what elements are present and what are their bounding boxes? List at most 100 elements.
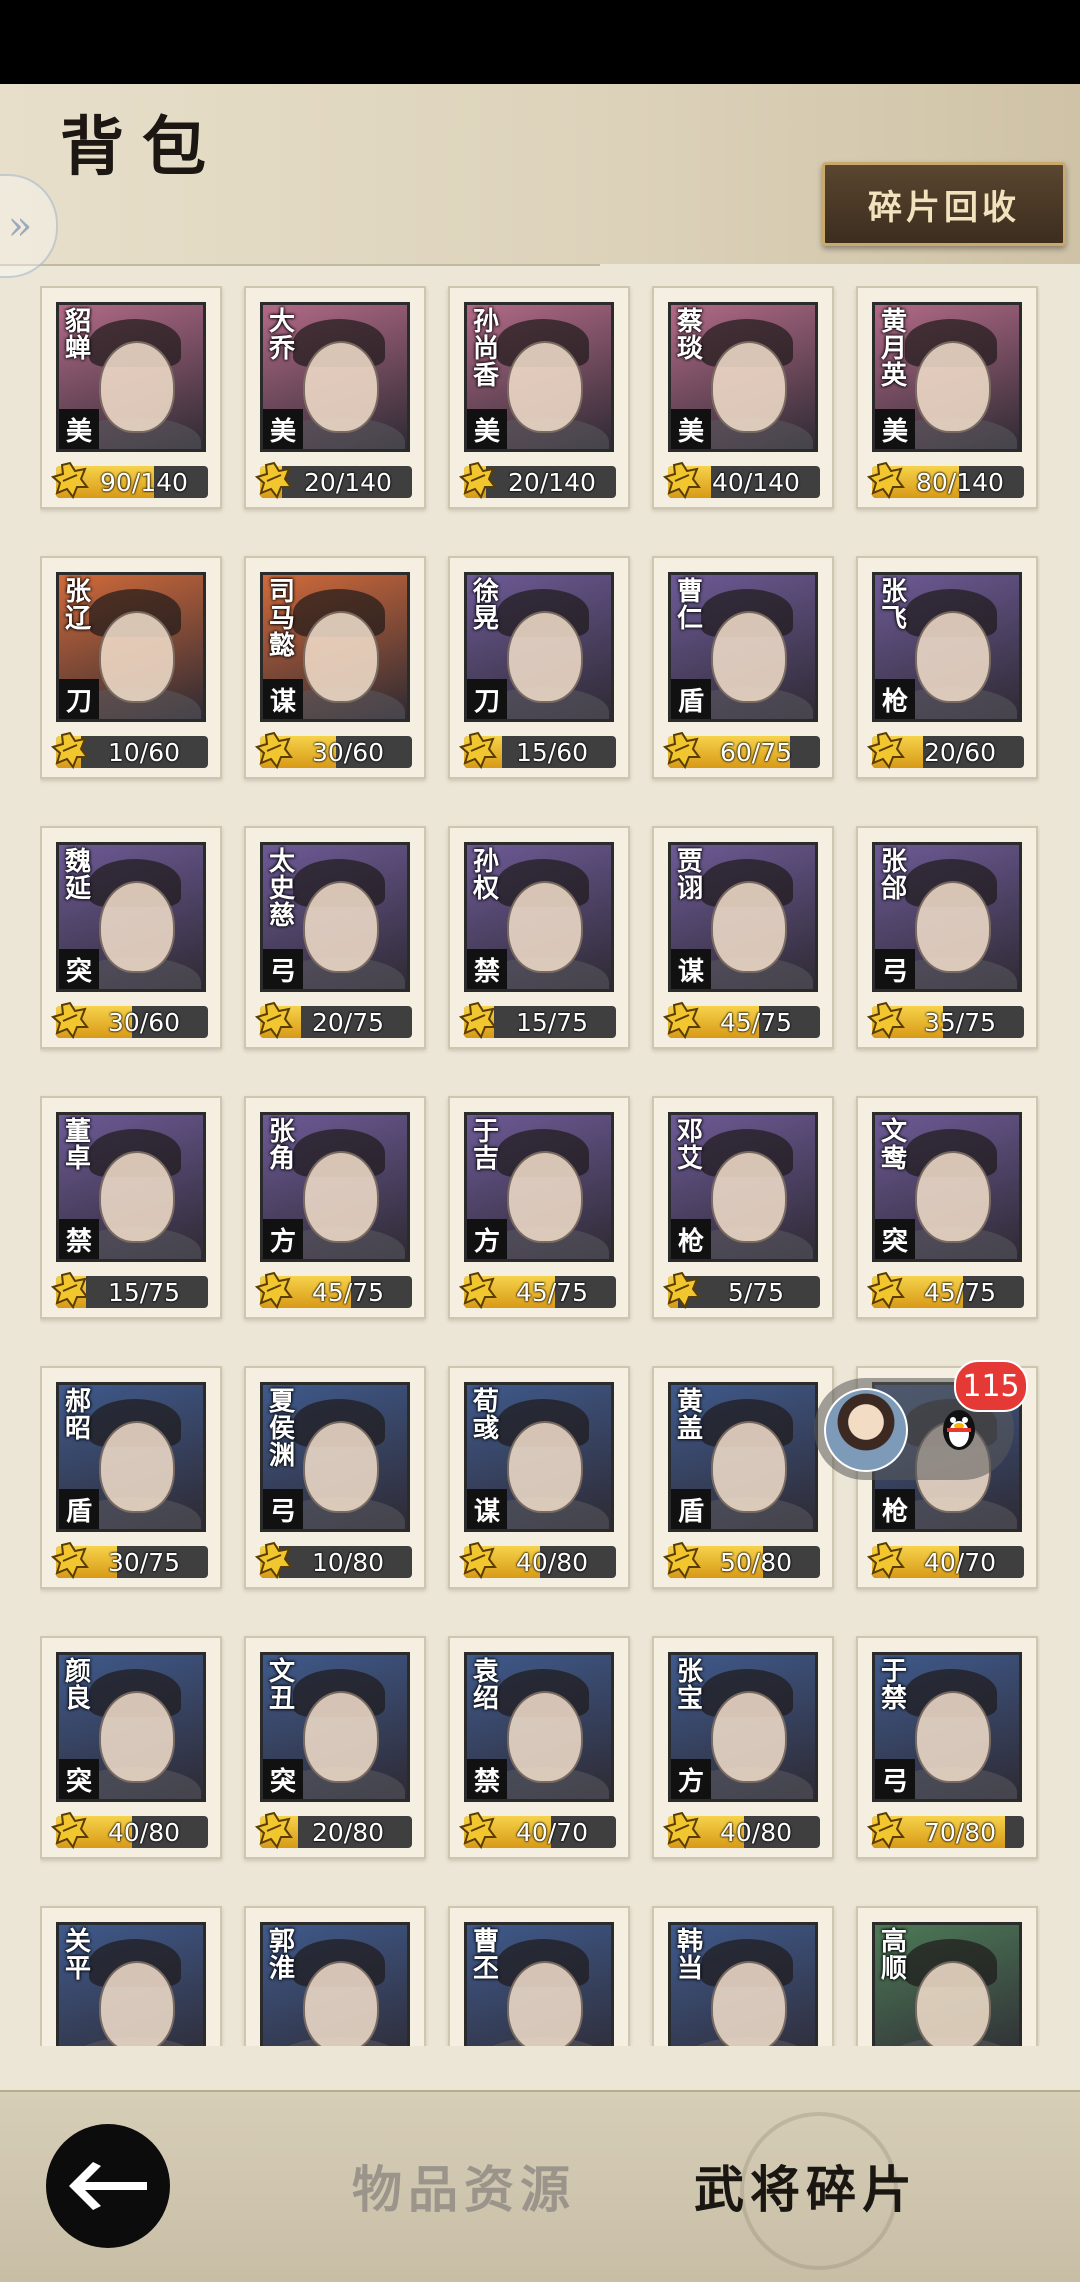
portrait-face xyxy=(303,1151,379,1243)
fragment-shard-icon xyxy=(662,1270,702,1310)
avatar[interactable] xyxy=(824,1388,908,1472)
general-card[interactable]: 于禁弓 70/80 xyxy=(856,1636,1038,1859)
general-name: 太史慈 xyxy=(269,847,296,931)
portrait-face xyxy=(507,1691,583,1783)
general-card[interactable]: 蔡琰美 40/140 xyxy=(652,286,834,509)
general-name: 邓艾 xyxy=(677,1117,704,1174)
general-card[interactable]: 曹丕 xyxy=(448,1906,630,2046)
general-portrait: 文鸯突 xyxy=(872,1112,1022,1262)
general-card[interactable]: 魏延突 30/60 xyxy=(40,826,222,1049)
tab-general-fragments[interactable]: 武将碎片 xyxy=(694,2150,918,2222)
general-card[interactable]: 曹仁盾 60/75 xyxy=(652,556,834,779)
troop-type-badge: 突 xyxy=(875,1219,915,1259)
general-name: 张宝 xyxy=(677,1657,704,1714)
portrait-face xyxy=(711,1961,787,2046)
general-card[interactable]: 文丑突 20/80 xyxy=(244,1636,426,1859)
general-name: 徐晃 xyxy=(473,577,500,634)
general-card[interactable]: 貂蝉美 90/140 xyxy=(40,286,222,509)
general-card[interactable]: 于吉方 45/75 xyxy=(448,1096,630,1319)
general-card[interactable]: 文鸯突 45/75 xyxy=(856,1096,1038,1319)
fragment-shard-icon xyxy=(662,1540,702,1580)
general-card[interactable]: 张飞枪 20/60 xyxy=(856,556,1038,779)
general-name: 颜良 xyxy=(65,1657,92,1714)
general-fragment-grid: 貂蝉美 90/140 大乔美 20/140 孙尚香美 20/140 蔡琰美 40/140 黄月英… xyxy=(40,286,1040,2046)
troop-type-badge: 禁 xyxy=(467,1759,507,1799)
portrait-face xyxy=(711,611,787,703)
general-card[interactable]: 大乔美 20/140 xyxy=(244,286,426,509)
general-name: 于吉 xyxy=(473,1117,500,1174)
general-portrait: 张郃弓 xyxy=(872,842,1022,992)
general-portrait: 董卓禁 xyxy=(56,1112,206,1262)
general-portrait: 大乔美 xyxy=(260,302,410,452)
fragment-shard-icon xyxy=(50,730,90,770)
general-name: 曹仁 xyxy=(677,577,704,634)
fragment-shard-icon xyxy=(254,1810,294,1850)
general-name: 孙尚香 xyxy=(473,307,500,391)
portrait-face xyxy=(99,1421,175,1513)
fragment-shard-icon xyxy=(662,730,702,770)
portrait-face xyxy=(303,881,379,973)
general-portrait: 韩当 xyxy=(668,1922,818,2046)
general-card[interactable]: 太史慈弓 20/75 xyxy=(244,826,426,1049)
general-name: 张飞 xyxy=(881,577,908,634)
back-button[interactable] xyxy=(46,2124,170,2248)
general-card[interactable]: 司马懿谋 30/60 xyxy=(244,556,426,779)
portrait-face xyxy=(915,341,991,433)
general-card[interactable]: 徐晃刀 15/60 xyxy=(448,556,630,779)
general-card[interactable]: 郭淮 xyxy=(244,1906,426,2046)
general-card[interactable]: 张宝方 40/80 xyxy=(652,1636,834,1859)
portrait-face xyxy=(915,611,991,703)
general-portrait: 魏延突 xyxy=(56,842,206,992)
general-card[interactable]: 黄盖盾 50/80 xyxy=(652,1366,834,1589)
troop-type-badge: 谋 xyxy=(467,1489,507,1529)
general-name: 高顺 xyxy=(881,1927,908,1984)
general-card[interactable]: 高顺 xyxy=(856,1906,1038,2046)
general-card[interactable]: 颜良突 40/80 xyxy=(40,1636,222,1859)
general-card[interactable]: 邓艾枪 5/75 xyxy=(652,1096,834,1319)
troop-type-badge: 突 xyxy=(263,1759,303,1799)
fragment-shard-icon xyxy=(50,1540,90,1580)
fragment-shard-icon xyxy=(254,730,294,770)
portrait-face xyxy=(507,1961,583,2046)
general-portrait: 曹丕 xyxy=(464,1922,614,2046)
general-card[interactable]: 张郃弓 35/75 xyxy=(856,826,1038,1049)
troop-type-badge: 谋 xyxy=(263,679,303,719)
portrait-face xyxy=(99,341,175,433)
general-name: 文丑 xyxy=(269,1657,296,1714)
page-title: 背包 xyxy=(60,110,224,185)
general-card[interactable]: 关平 xyxy=(40,1906,222,2046)
general-name: 贾诩 xyxy=(677,847,704,904)
floating-widget[interactable]: 115 xyxy=(814,1360,1028,1480)
portrait-face xyxy=(303,1421,379,1513)
general-name: 袁绍 xyxy=(473,1657,500,1714)
general-name: 荀彧 xyxy=(473,1387,500,1444)
general-card[interactable]: 夏侯渊弓 10/80 xyxy=(244,1366,426,1589)
portrait-face xyxy=(507,611,583,703)
general-portrait: 邓艾枪 xyxy=(668,1112,818,1262)
general-card[interactable]: 贾诩谋 45/75 xyxy=(652,826,834,1049)
troop-type-badge: 谋 xyxy=(671,949,711,989)
general-portrait: 袁绍禁 xyxy=(464,1652,614,1802)
general-portrait: 郭淮 xyxy=(260,1922,410,2046)
general-card[interactable]: 黄月英美 80/140 xyxy=(856,286,1038,509)
general-card[interactable]: 袁绍禁 40/70 xyxy=(448,1636,630,1859)
fragment-shard-icon xyxy=(458,1270,498,1310)
portrait-face xyxy=(915,1151,991,1243)
general-card[interactable]: 孙权禁 15/75 xyxy=(448,826,630,1049)
troop-type-badge: 突 xyxy=(59,1759,99,1799)
fragment-shard-icon xyxy=(254,1000,294,1040)
general-card[interactable]: 荀彧谋 40/80 xyxy=(448,1366,630,1589)
general-portrait: 贾诩谋 xyxy=(668,842,818,992)
general-card[interactable]: 孙尚香美 20/140 xyxy=(448,286,630,509)
general-card[interactable]: 郝昭盾 30/75 xyxy=(40,1366,222,1589)
fragment-recycle-button[interactable]: 碎片回收 xyxy=(822,162,1066,246)
fragment-shard-icon xyxy=(866,1270,906,1310)
general-card[interactable]: 董卓禁 15/75 xyxy=(40,1096,222,1319)
general-card[interactable]: 张角方 45/75 xyxy=(244,1096,426,1319)
general-card[interactable]: 张辽刀 10/60 xyxy=(40,556,222,779)
general-card[interactable]: 韩当 xyxy=(652,1906,834,2046)
portrait-face xyxy=(99,881,175,973)
portrait-face xyxy=(711,1151,787,1243)
tab-item-resources[interactable]: 物品资源 xyxy=(352,2150,576,2222)
fragment-shard-icon xyxy=(50,1270,90,1310)
